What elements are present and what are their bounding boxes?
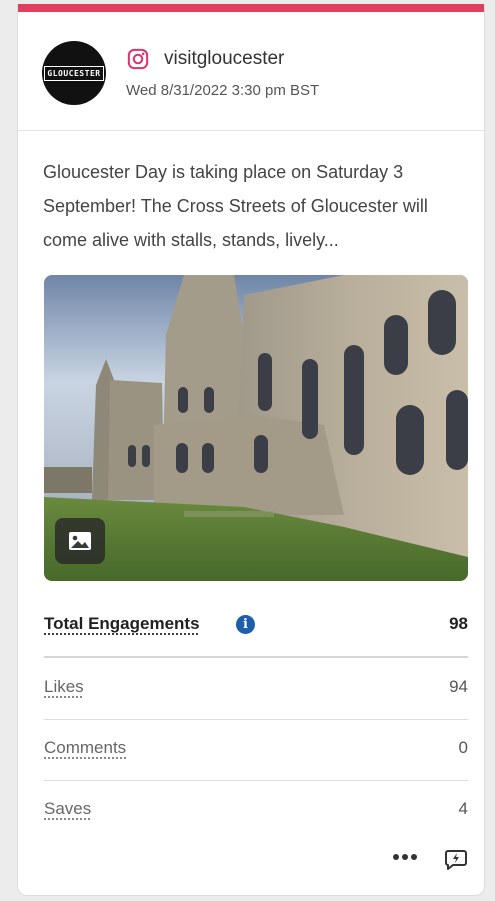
accent-bar: [18, 4, 484, 12]
likes-label[interactable]: Likes: [44, 677, 84, 697]
saves-row: Saves 4: [44, 781, 468, 841]
avatar[interactable]: GLOUCESTER: [42, 41, 106, 105]
comments-label[interactable]: Comments: [44, 738, 126, 758]
comment-reply-icon[interactable]: [444, 848, 468, 872]
total-engagements-row: Total Engagements i 98: [44, 596, 468, 658]
post-caption: Gloucester Day is taking place on Saturd…: [43, 162, 428, 250]
likes-value: 94: [449, 677, 468, 696]
info-icon[interactable]: i: [236, 615, 255, 634]
image-icon: [69, 532, 91, 550]
account-name[interactable]: visitgloucester: [164, 48, 284, 70]
avatar-logo-text: GLOUCESTER: [44, 65, 104, 81]
cathedral-photo: [44, 275, 468, 581]
post-image[interactable]: [44, 275, 468, 581]
instagram-icon: [127, 48, 149, 70]
likes-row: Likes 94: [44, 659, 468, 720]
comments-row: Comments 0: [44, 720, 468, 781]
total-engagements-value: 98: [449, 614, 468, 633]
more-options-icon[interactable]: [392, 850, 418, 864]
post-header: GLOUCESTER visitgloucester Wed 8/31/2022…: [18, 12, 484, 131]
saves-label[interactable]: Saves: [44, 799, 91, 819]
saves-value: 4: [458, 799, 468, 818]
post-timestamp: Wed 8/31/2022 3:30 pm BST: [126, 82, 320, 99]
post-card: GLOUCESTER visitgloucester Wed 8/31/2022…: [17, 4, 485, 896]
total-engagements-label[interactable]: Total Engagements: [44, 614, 200, 634]
comments-value: 0: [458, 738, 468, 757]
media-type-badge: [55, 518, 105, 564]
